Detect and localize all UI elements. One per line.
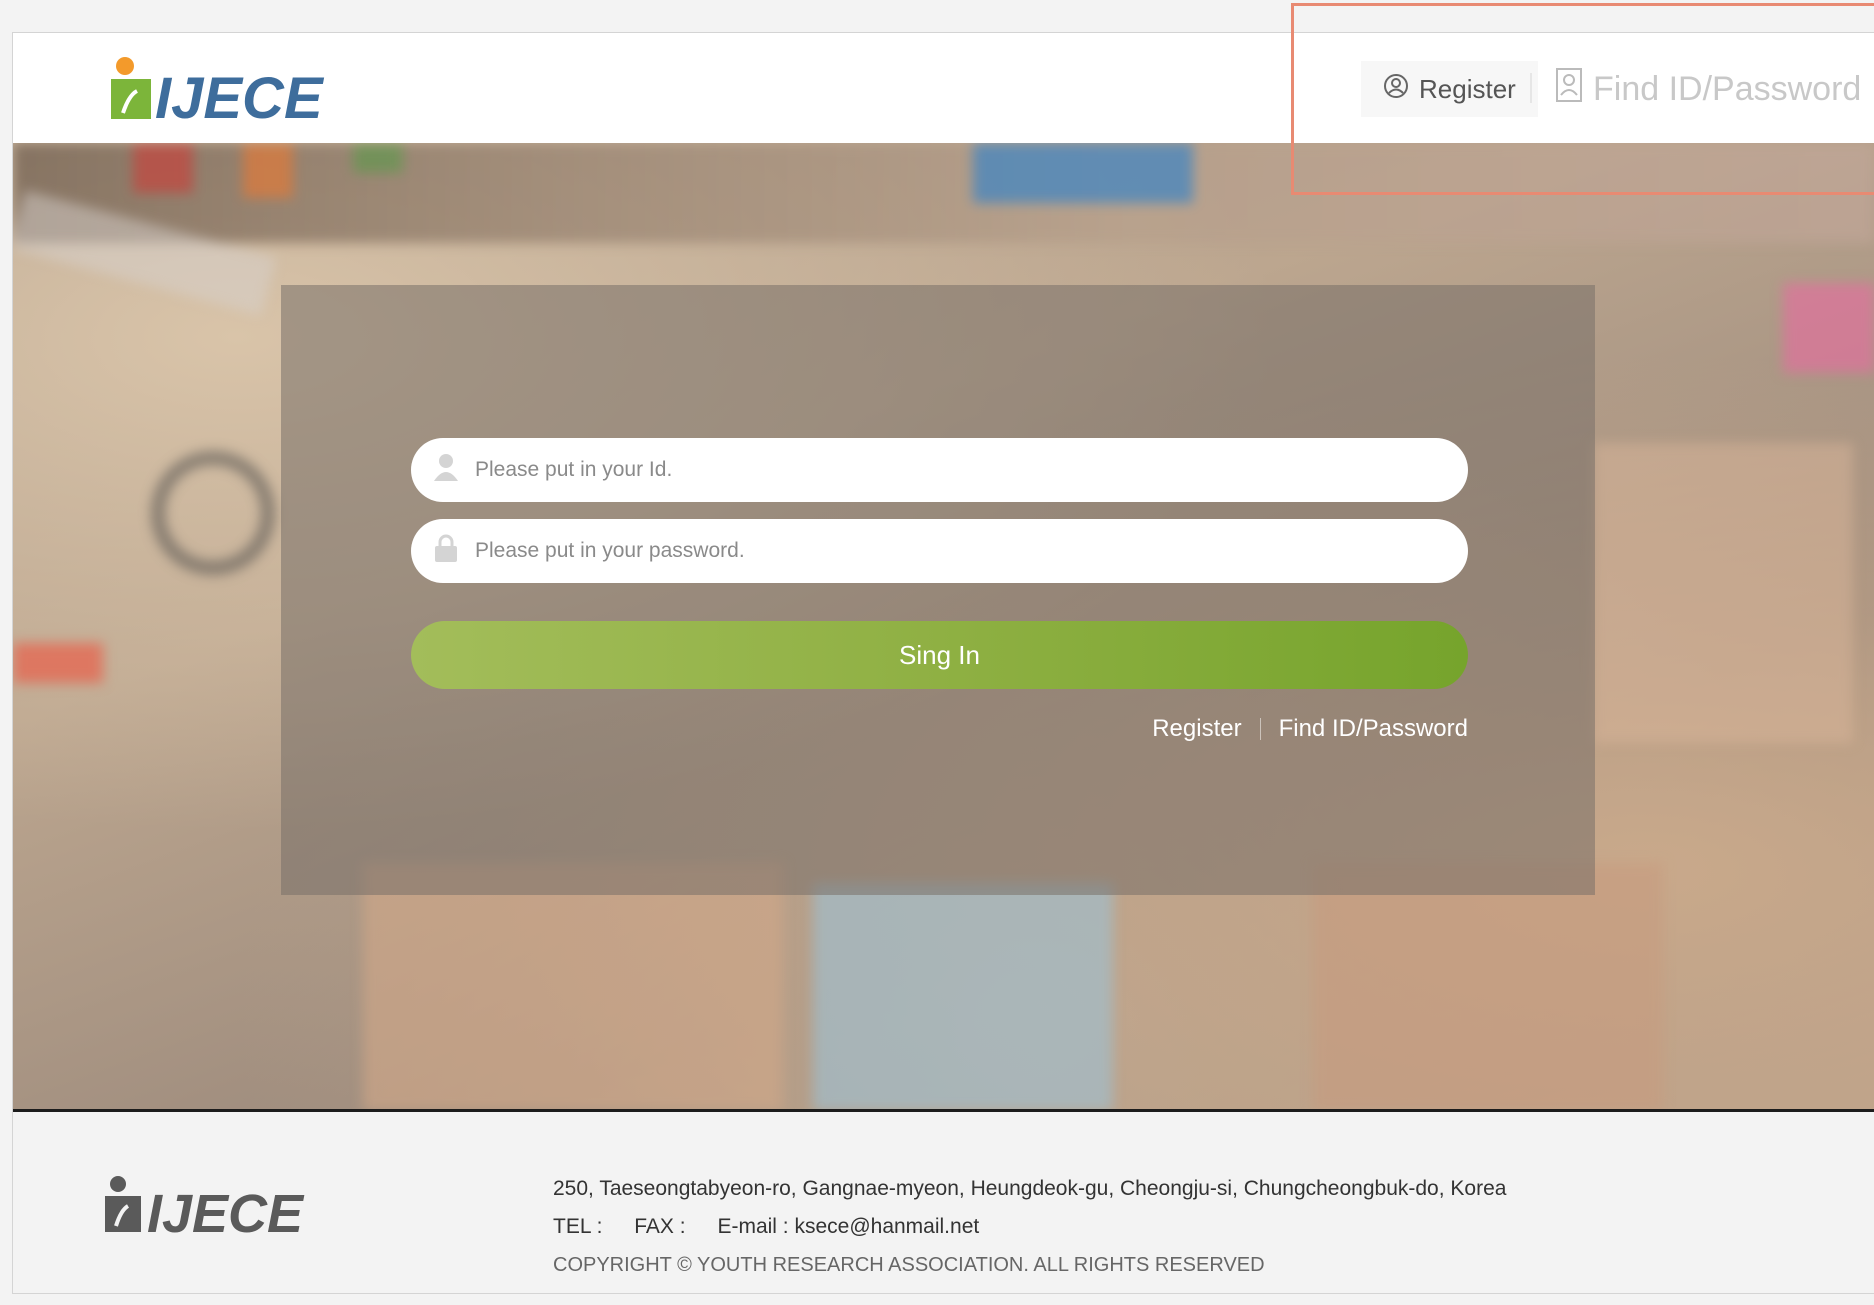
logo-text: IJECE — [155, 66, 325, 131]
browser-page: IJECE Register Find ID/Password Please p… — [12, 32, 1874, 1294]
password-field[interactable] — [411, 519, 1468, 583]
hero-background: Sing In Register Find ID/Password — [13, 143, 1874, 1111]
ijece-logo[interactable]: IJECE — [105, 51, 365, 131]
ijece-logo-icon: IJECE — [111, 57, 325, 131]
links-divider — [1259, 718, 1261, 740]
footer-address: 250, Taeseongtabyeon-ro, Gangnae-myeon, … — [553, 1177, 1507, 1200]
sign-in-button[interactable]: Sing In — [411, 621, 1468, 689]
footer-logo: IJECE — [101, 1174, 351, 1244]
login-links: Register Find ID/Password — [1152, 715, 1468, 743]
footer-logo-text: IJECE — [147, 1184, 305, 1238]
login-panel: Sing In Register Find ID/Password — [281, 285, 1595, 895]
footer-email: E-mail : ksece@hanmail.net — [717, 1215, 980, 1238]
footer-info: 250, Taeseongtabyeon-ro, Gangnae-myeon, … — [553, 1170, 1506, 1284]
id-field[interactable] — [411, 438, 1468, 502]
ijece-footer-logo-icon: IJECE — [105, 1176, 305, 1244]
highlight-annotation — [1291, 3, 1874, 195]
footer-contact: TEL : FAX : E-mail : ksece@hanmail.net — [553, 1208, 1506, 1246]
register-link[interactable]: Register — [1152, 715, 1241, 743]
find-id-password-link[interactable]: Find ID/Password — [1279, 715, 1468, 743]
user-icon — [433, 453, 459, 487]
lock-icon — [433, 533, 459, 569]
footer-tel: TEL : — [553, 1215, 603, 1238]
site-footer: IJECE 250, Taeseongtabyeon-ro, Gangnae-m… — [13, 1109, 1874, 1293]
password-input[interactable] — [473, 538, 1377, 564]
id-input[interactable] — [473, 457, 1377, 483]
footer-fax: FAX : — [634, 1215, 686, 1238]
footer-copyright: COPYRIGHT © YOUTH RESEARCH ASSOCIATION. … — [553, 1254, 1265, 1276]
